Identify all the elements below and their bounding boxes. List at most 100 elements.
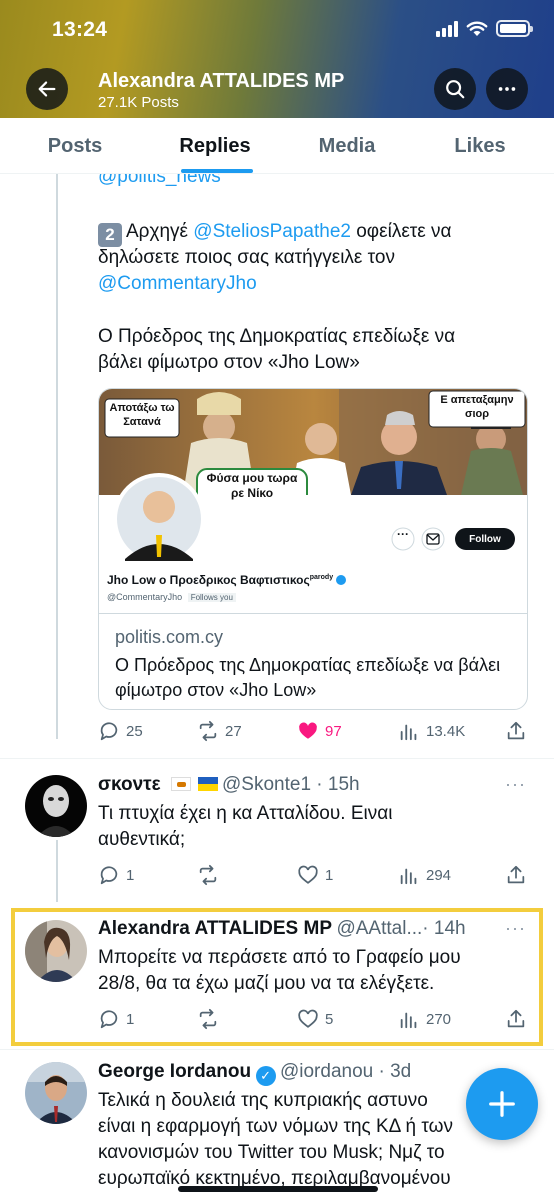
- tweet-author-line: George Iordanou ✓ @iordanou · 3d: [98, 1061, 411, 1086]
- reply-count: 1: [126, 866, 135, 884]
- display-name[interactable]: George Iordanou: [98, 1061, 251, 1082]
- meme-caption: Φύσα μου τωρα ρε Νίκο: [206, 471, 298, 500]
- like-count: 97: [325, 722, 342, 740]
- mention-link[interactable]: @CommentaryJho: [98, 271, 257, 297]
- profile-tabs: Posts Replies Media Likes: [0, 118, 554, 174]
- cyprus-flag-icon: [171, 777, 192, 791]
- heart-filled-icon: [299, 722, 317, 739]
- plus-icon: [489, 1091, 515, 1117]
- display-name[interactable]: Alexandra ATTALIDES MP: [98, 918, 332, 939]
- heart-icon: [298, 865, 318, 884]
- more-dots-icon: [498, 87, 516, 91]
- reply-button[interactable]: 1: [98, 1008, 134, 1030]
- views-button[interactable]: 13.4K: [398, 720, 465, 742]
- views-chart-icon: [400, 724, 417, 741]
- retweet-icon: [199, 720, 217, 742]
- share-icon: [507, 1009, 525, 1028]
- follows-you-badge: Follows you: [187, 593, 236, 602]
- card-handle-text: @CommentaryJho: [107, 592, 183, 602]
- retweet-button[interactable]: [197, 864, 219, 886]
- compose-button[interactable]: [466, 1068, 538, 1140]
- arrow-left-icon: [38, 81, 56, 97]
- profile-post-count: 27.1K Posts: [98, 94, 179, 111]
- mail-icon: [426, 533, 440, 545]
- view-count: 294: [426, 866, 452, 884]
- display-name[interactable]: σκοντε: [98, 774, 161, 795]
- reply-count: 1: [126, 1010, 135, 1028]
- tweet-text-fragment: Αρχηγέ: [126, 221, 188, 242]
- like-count: 5: [325, 1010, 334, 1028]
- home-indicator[interactable]: [178, 1186, 378, 1192]
- thread-line: [56, 174, 58, 739]
- battery-icon: [496, 20, 533, 37]
- tweet-more-icon[interactable]: ···: [505, 918, 526, 939]
- tweet-text-line: αυθεντικά;: [98, 829, 186, 850]
- tweet-text-line: Τι πτυχία έχει η κα Ατταλίδου. Ειναι: [98, 803, 393, 824]
- tab-likes[interactable]: Likes: [425, 118, 535, 174]
- tweet-text-line: κανονισμών του Twitter του Musk; Νμζ το: [98, 1142, 445, 1163]
- share-button[interactable]: [505, 720, 527, 742]
- view-count: 270: [426, 1010, 452, 1028]
- search-icon: [446, 80, 465, 99]
- like-button[interactable]: 97: [297, 720, 342, 742]
- avatar[interactable]: [25, 775, 87, 837]
- status-icons: [436, 20, 533, 37]
- search-button[interactable]: [434, 68, 476, 110]
- reply-icon: [100, 722, 118, 741]
- thread-line: [56, 840, 58, 902]
- view-count: 13.4K: [426, 722, 466, 740]
- like-count: 1: [325, 866, 334, 884]
- card-divider: [99, 613, 527, 614]
- retweet-button[interactable]: [197, 1008, 219, 1030]
- card-profile-name-text: Jho Low ο Προεδρικος Βαφτιστικος: [107, 573, 310, 587]
- verified-badge-icon: [336, 575, 347, 585]
- link-preview-card[interactable]: Αποτάξω τω Σατανά Ε απεταξαμην σιορ Φύσα…: [98, 388, 528, 710]
- tab-replies[interactable]: Replies: [160, 118, 270, 174]
- tab-posts[interactable]: Posts: [20, 118, 130, 174]
- like-button[interactable]: 1: [297, 864, 333, 886]
- tweet-divider: [0, 1049, 554, 1050]
- card-domain: politis.com.cy: [115, 627, 224, 647]
- share-icon: [507, 865, 525, 884]
- views-button[interactable]: 294: [398, 864, 451, 886]
- mention-link[interactable]: @SteliosPapathe2: [193, 221, 351, 242]
- more-dots-icon: ···: [397, 527, 409, 541]
- heart-icon: [298, 1009, 318, 1028]
- keycap-number-emoji: 2: [98, 223, 122, 247]
- profile-header: 13:24 Alexandra ATTALIDES MP 27.1K Posts: [0, 0, 554, 118]
- reply-count: 25: [126, 722, 143, 740]
- views-button[interactable]: 270: [398, 1008, 451, 1030]
- tweet-text-fragment: οφείλετε να: [356, 221, 452, 242]
- reply-button[interactable]: 25: [98, 720, 143, 742]
- parody-label: parody: [309, 574, 334, 581]
- card-profile-handle: @CommentaryJho Follows you: [107, 592, 236, 602]
- retweet-button[interactable]: 27: [197, 720, 242, 742]
- back-button[interactable]: [26, 68, 68, 110]
- card-profile-name: Jho Low ο Προεδρικος Βαφτιστικοςparody: [107, 573, 347, 587]
- tweet-text-line: Μπορείτε να περάσετε από το Γραφείο μου: [98, 947, 461, 968]
- avatar[interactable]: [25, 1062, 87, 1124]
- active-tab-indicator: [181, 169, 253, 173]
- meme-caption: Αποτάξω τω Σατανά: [109, 402, 175, 428]
- cellular-signal-icon: [436, 20, 458, 37]
- more-options-button[interactable]: [486, 68, 528, 110]
- reply-icon: [100, 1010, 118, 1029]
- share-button[interactable]: [505, 1008, 527, 1030]
- tweet-text-line: Ο Πρόεδρος της Δημοκρατίας επεδίωξε να: [98, 326, 456, 347]
- tweet-text-line: 2 Αρχηγέ @SteliosPapathe2 οφείλετε να: [98, 219, 452, 247]
- verified-badge-icon: ✓: [255, 1066, 276, 1086]
- reply-button[interactable]: 1: [98, 864, 134, 886]
- retweet-icon: [199, 864, 217, 886]
- tweet-text-line: είναι η εφαρμογή των νόμων της ΚΔ ή των: [98, 1116, 453, 1137]
- like-button[interactable]: 5: [297, 1008, 333, 1030]
- retweet-icon: [199, 1008, 217, 1030]
- views-chart-icon: [400, 1012, 417, 1029]
- avatar[interactable]: [25, 920, 87, 982]
- tweet-more-icon[interactable]: ···: [505, 774, 526, 795]
- tab-media[interactable]: Media: [292, 118, 402, 174]
- tweet-author-line: Alexandra ATTALIDES MP @AAttal...· 14h: [98, 918, 466, 940]
- handle-and-time: @Skonte1 · 15h: [222, 774, 360, 795]
- tweet-text-line: βάλει φίμωτρο στον «Jho Low»: [98, 352, 360, 373]
- share-button[interactable]: [505, 864, 527, 886]
- card-follow-label: Follow: [469, 534, 501, 545]
